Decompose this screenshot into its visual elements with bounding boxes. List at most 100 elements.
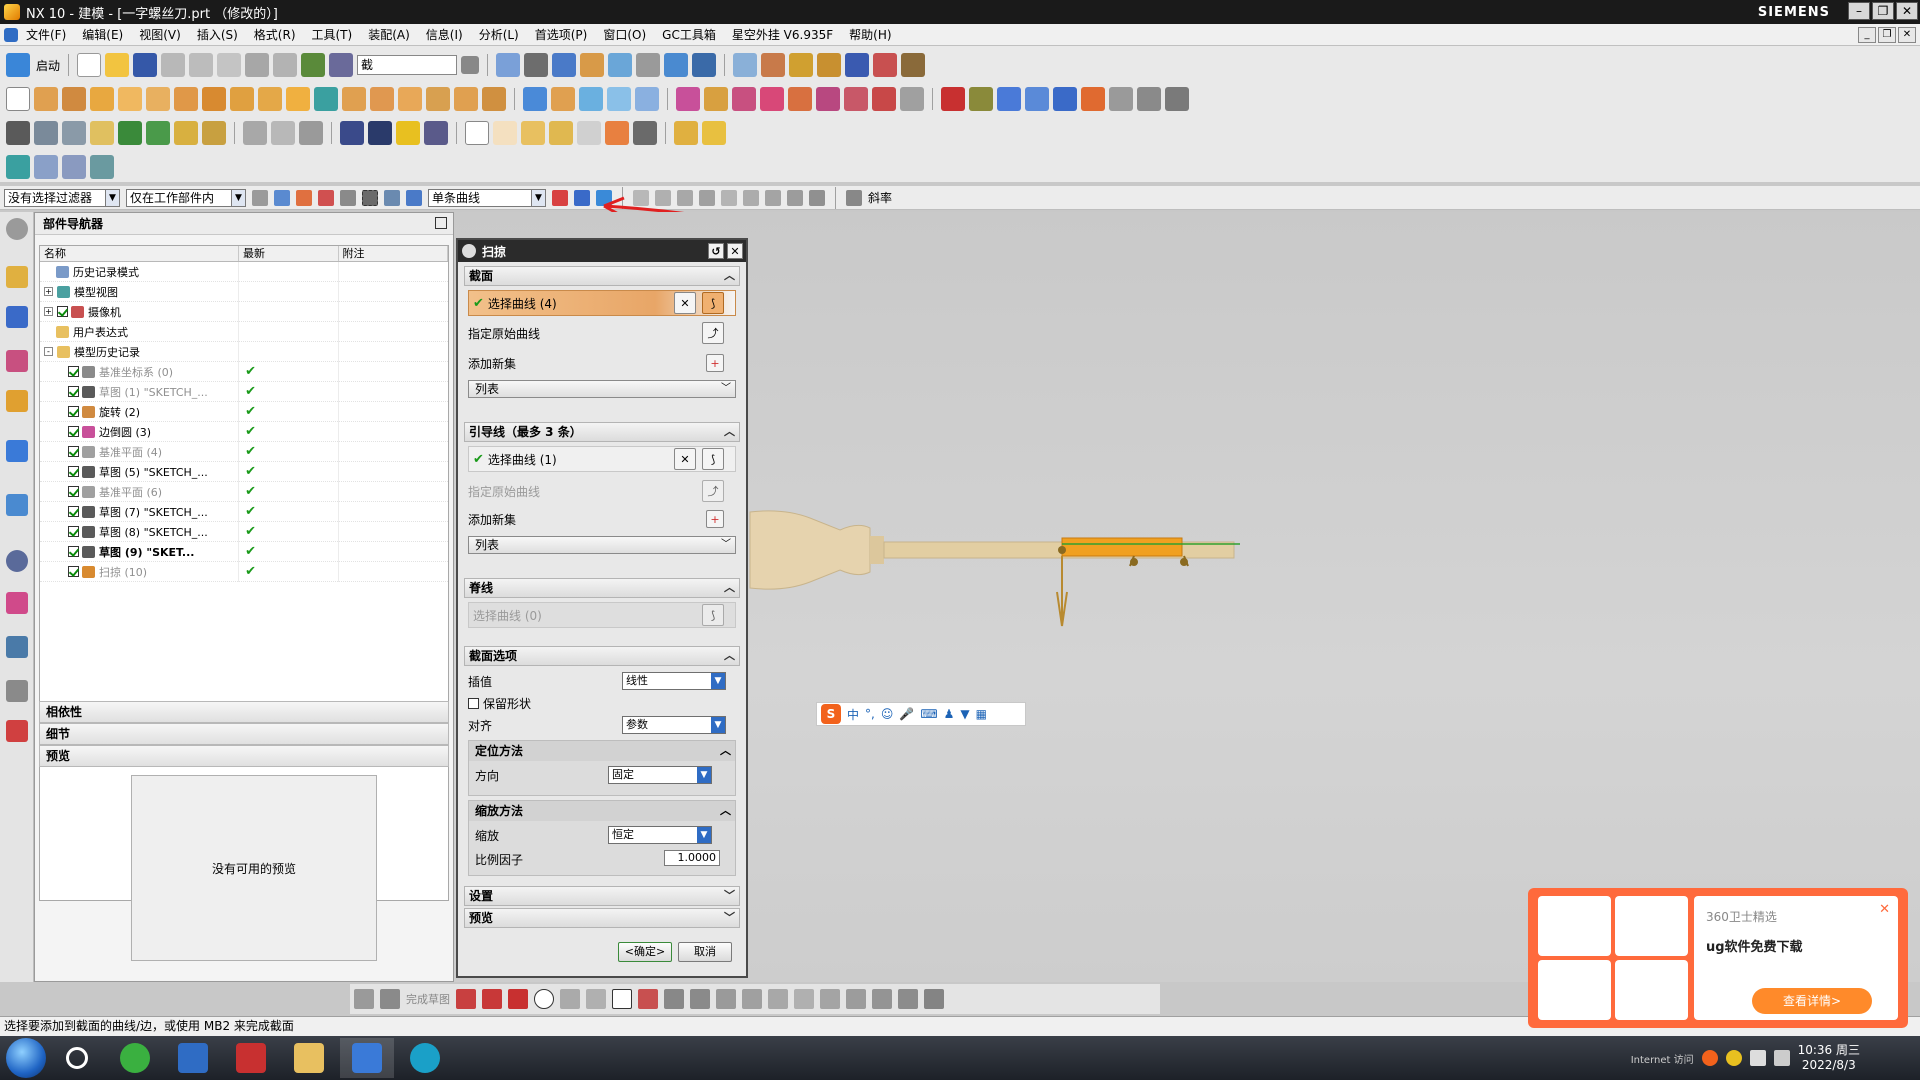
start-icon[interactable] xyxy=(6,53,30,77)
subtract-icon[interactable] xyxy=(314,87,338,111)
add-component-icon[interactable] xyxy=(90,121,114,145)
ruler-icon[interactable] xyxy=(901,53,926,77)
through-curves-icon[interactable] xyxy=(969,87,993,111)
reset-filter-icon[interactable] xyxy=(252,189,268,206)
select-body-icon[interactable] xyxy=(406,189,422,206)
rectangle-select-icon[interactable] xyxy=(362,189,378,206)
quick-extend-icon[interactable] xyxy=(742,989,762,1009)
visibility-checkbox[interactable] xyxy=(68,446,79,457)
menu-item[interactable]: 窗口(O) xyxy=(595,26,654,43)
tree-node[interactable]: 草图 (9) "SKET... ✔ xyxy=(40,541,448,562)
menu-item[interactable]: 装配(A) xyxy=(360,26,418,43)
rapid-dimension-icon[interactable] xyxy=(794,989,814,1009)
360-tray-icon[interactable] xyxy=(1725,1050,1742,1066)
details-panel[interactable]: 细节 xyxy=(39,723,449,745)
move-face-icon[interactable] xyxy=(788,87,812,111)
tree-node[interactable]: 边倒圆 (3) ✔ xyxy=(40,421,448,442)
taskbar-search[interactable] xyxy=(50,1038,104,1078)
network-icon[interactable] xyxy=(1749,1050,1766,1066)
edge-blend-icon[interactable] xyxy=(676,87,700,111)
select-curve-icon[interactable]: ⟆ xyxy=(702,448,724,470)
taskbar-nx[interactable] xyxy=(166,1038,220,1078)
show-hide-icon[interactable] xyxy=(692,53,717,77)
revolve-icon[interactable] xyxy=(62,87,86,111)
orient-view-icon[interactable] xyxy=(552,53,577,77)
studio-surface-icon[interactable] xyxy=(1025,87,1049,111)
tube-icon[interactable] xyxy=(230,87,254,111)
tree-node[interactable]: 草图 (8) "SKETCH_... ✔ xyxy=(40,521,448,542)
taskbar-edge[interactable] xyxy=(398,1038,452,1078)
tree-node[interactable]: + 模型视图 xyxy=(40,281,448,302)
slope-icon[interactable] xyxy=(846,189,862,206)
feature-selection-icon[interactable] xyxy=(296,189,312,206)
tip-highlight[interactable] xyxy=(1061,537,1183,557)
section-options-header[interactable]: 截面选项 ︿ xyxy=(464,646,740,666)
spine-group-header[interactable]: 脊线 ︿ xyxy=(464,578,740,598)
restore-button[interactable]: ❐ xyxy=(1872,2,1894,20)
visibility-checkbox[interactable] xyxy=(68,426,79,437)
column-name[interactable]: 名称 xyxy=(40,246,240,261)
line-icon[interactable] xyxy=(482,989,502,1009)
new-file-icon[interactable] xyxy=(77,53,102,77)
trim-sheet-icon[interactable] xyxy=(1109,87,1133,111)
doc-close-button[interactable]: ✕ xyxy=(1898,26,1916,43)
studio-spline-icon[interactable] xyxy=(638,989,658,1009)
play-animation-icon[interactable] xyxy=(845,53,870,77)
assembly-constraint-icon[interactable] xyxy=(6,121,30,145)
column-latest[interactable]: 最新 xyxy=(239,246,339,261)
fit-tolerance-icon[interactable] xyxy=(633,121,657,145)
point-tool-icon[interactable] xyxy=(873,53,898,77)
dependencies-panel[interactable]: 相依性 xyxy=(39,701,449,723)
select-curve-icon[interactable]: ⟆ xyxy=(702,292,724,314)
sogou-logo-icon[interactable]: S xyxy=(821,704,841,724)
ime-keyboard-icon[interactable]: ⌨ xyxy=(920,707,937,721)
wave-linker-icon[interactable] xyxy=(146,121,170,145)
pad-icon[interactable] xyxy=(174,87,198,111)
finish-sketch-icon[interactable] xyxy=(380,989,400,1009)
rendering-icon[interactable] xyxy=(396,121,420,145)
projected-view-icon[interactable] xyxy=(549,121,573,145)
tree-node[interactable]: 草图 (1) "SKETCH_... ✔ xyxy=(40,381,448,402)
menu-item[interactable]: 格式(R) xyxy=(246,26,304,43)
chamfer-icon[interactable] xyxy=(704,87,728,111)
shell-icon[interactable] xyxy=(370,87,394,111)
sphere-icon[interactable] xyxy=(607,87,631,111)
menu-item[interactable]: 插入(S) xyxy=(189,26,246,43)
redo-icon[interactable] xyxy=(273,53,298,77)
wcs-orient-icon[interactable] xyxy=(761,53,786,77)
ok-button[interactable]: <确定> xyxy=(618,942,672,962)
constraint-navigator-icon[interactable] xyxy=(6,306,28,328)
scaling-header[interactable]: 缩放方法 ︿ xyxy=(469,801,735,821)
convert-reference-icon[interactable] xyxy=(872,989,892,1009)
roles-icon[interactable] xyxy=(6,720,28,742)
web-browser-icon[interactable] xyxy=(6,494,28,516)
volume-icon[interactable] xyxy=(1773,1050,1790,1066)
expand-icon[interactable]: + xyxy=(44,307,53,316)
preserve-shape-row[interactable]: 保留形状 xyxy=(468,692,736,714)
close-icon[interactable]: ✕ xyxy=(727,243,743,259)
sweep-icon[interactable] xyxy=(202,87,226,111)
selection-intent-icon[interactable] xyxy=(318,189,334,206)
delete-face-icon[interactable] xyxy=(816,87,840,111)
taskbar-360[interactable] xyxy=(108,1038,162,1078)
ime-user-icon[interactable]: ♟ xyxy=(944,707,955,721)
visibility-checkbox[interactable] xyxy=(57,306,68,317)
profile-icon[interactable] xyxy=(456,989,476,1009)
snap-on-surface-icon[interactable] xyxy=(809,189,825,206)
visibility-checkbox[interactable] xyxy=(68,406,79,417)
gear-icon[interactable] xyxy=(462,244,476,258)
note-icon[interactable] xyxy=(577,121,601,145)
section-add-new-set[interactable]: 添加新集 xyxy=(468,352,736,374)
menu-item[interactable]: 信息(I) xyxy=(418,26,471,43)
command-search-input[interactable]: 截 xyxy=(357,55,458,75)
trim-body-icon[interactable] xyxy=(426,87,450,111)
drawing-sheet-icon[interactable] xyxy=(493,121,517,145)
rectangle-icon[interactable] xyxy=(612,989,632,1009)
hole-icon[interactable] xyxy=(90,87,114,111)
layer-icon[interactable] xyxy=(34,121,58,145)
boss-icon[interactable] xyxy=(118,87,142,111)
preserve-shape-checkbox[interactable] xyxy=(468,697,479,709)
menu-item[interactable]: 分析(L) xyxy=(471,26,527,43)
cylinder-icon[interactable] xyxy=(551,87,575,111)
datum-plane-icon[interactable] xyxy=(635,87,659,111)
